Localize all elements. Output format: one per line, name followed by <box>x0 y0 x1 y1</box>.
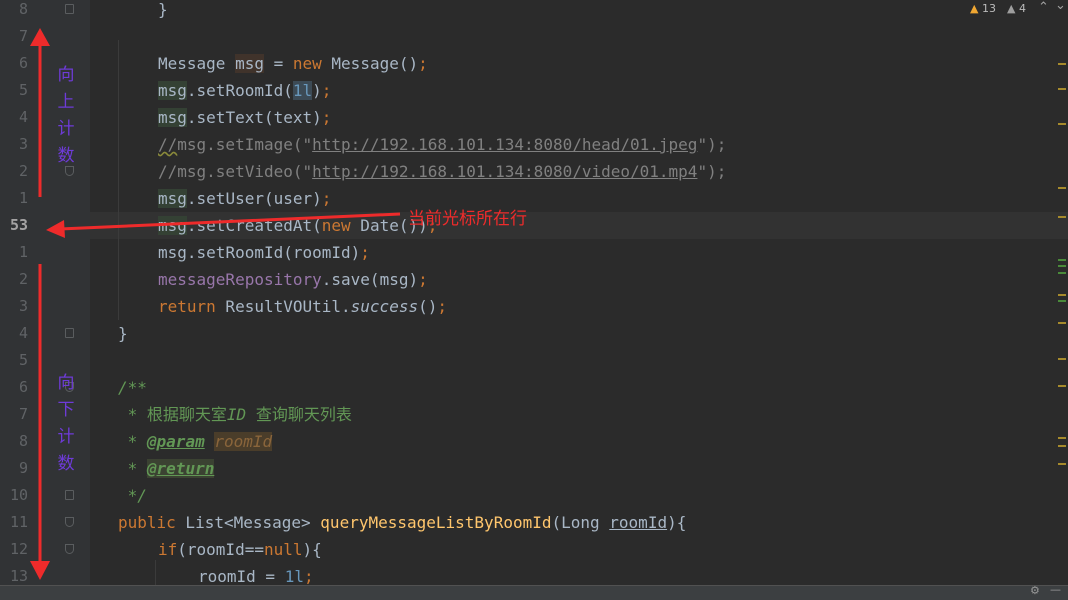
status-bar: ⚙ — <box>0 583 1068 600</box>
up-arrow-head <box>30 28 50 46</box>
cursor-arrow <box>59 212 401 231</box>
annotation-char: 计 <box>57 427 75 447</box>
gear-icon[interactable]: ⚙ <box>1030 584 1040 597</box>
annotation-char: 上 <box>57 92 75 112</box>
cursor-arrow-head <box>46 220 65 238</box>
annotation-char: 向 <box>57 373 75 393</box>
minimize-icon[interactable]: — <box>1050 583 1061 596</box>
cursor-line-label: 当前光标所在行 <box>408 209 527 229</box>
annotation-char: 下 <box>57 400 75 420</box>
annotation-char: 向 <box>57 65 75 85</box>
annotation-char: 计 <box>57 119 75 139</box>
down-arrow-head <box>30 561 50 580</box>
annotation-char: 数 <box>57 454 75 474</box>
up-count-label: 向 上 计 数 <box>56 62 76 170</box>
down-count-label: 向 下 计 数 <box>56 370 76 478</box>
annotation-char: 数 <box>57 146 75 166</box>
annotation-overlay <box>30 28 401 580</box>
